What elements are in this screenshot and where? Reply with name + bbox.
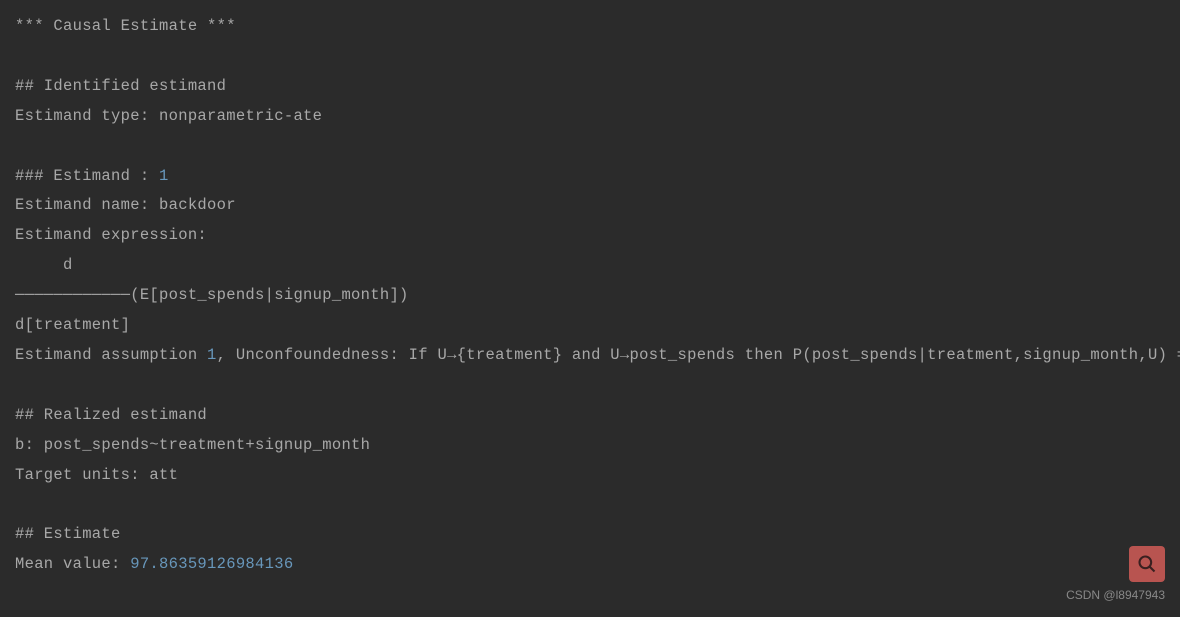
output-header: *** Causal Estimate *** — [15, 17, 236, 35]
estimand-name-value: backdoor — [159, 196, 236, 214]
estimand-index-header: ### Estimand : — [15, 167, 159, 185]
identified-estimand-title: ## Identified estimand — [15, 77, 226, 95]
assumption-text: , Unconfoundedness: If U→{treatment} and… — [217, 346, 1180, 364]
estimate-title: ## Estimate — [15, 525, 121, 543]
expression-denominator: d[treatment] — [15, 316, 409, 334]
watermark-text: CSDN @l8947943 — [1066, 584, 1165, 607]
estimand-type-label: Estimand type: — [15, 107, 159, 125]
expression-divider: ────────────(E[post_spends|signup_month]… — [15, 286, 409, 304]
search-button[interactable] — [1129, 546, 1165, 582]
target-units-label: Target units: — [15, 466, 149, 484]
estimand-type-value: nonparametric-ate — [159, 107, 322, 125]
mean-value-number: 97.86359126984136 — [130, 555, 293, 573]
assumption-number: 1 — [207, 346, 217, 364]
estimand-index-number: 1 — [159, 167, 169, 185]
expression-numerator: d — [15, 256, 409, 274]
estimand-expression-label: Estimand expression: — [15, 226, 207, 244]
search-icon — [1137, 554, 1157, 574]
realized-estimand-title: ## Realized estimand — [15, 406, 207, 424]
terminal-output: *** Causal Estimate *** ## Identified es… — [15, 12, 1165, 580]
target-units-value: att — [149, 466, 178, 484]
assumption-prefix: Estimand assumption — [15, 346, 207, 364]
realized-formula: b: post_spends~treatment+signup_month — [15, 436, 370, 454]
mean-value-label: Mean value: — [15, 555, 130, 573]
estimand-name-label: Estimand name: — [15, 196, 159, 214]
